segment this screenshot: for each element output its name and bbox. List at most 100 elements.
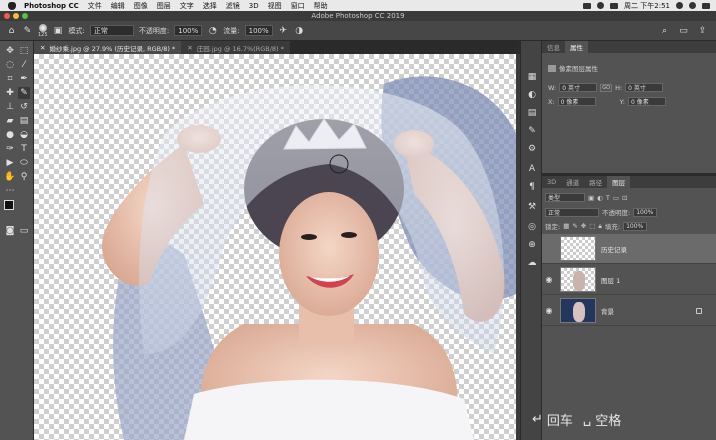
blend-mode-select[interactable]: 正常	[545, 207, 599, 217]
gradient-tool-icon[interactable]: ▤	[18, 115, 30, 127]
tab-paths[interactable]: 路径	[584, 176, 607, 188]
filter-shape-icon[interactable]: ▭	[613, 194, 619, 202]
eraser-tool-icon[interactable]: ▰	[4, 115, 16, 127]
layer-row-history[interactable]: 历史记录	[542, 234, 716, 264]
menu-window[interactable]: 窗口	[291, 1, 305, 11]
brush-panel-icon[interactable]: ✎	[526, 125, 538, 137]
user-icon[interactable]	[689, 2, 696, 9]
hand-tool-icon[interactable]: ✋	[4, 171, 16, 183]
filter-pixel-icon[interactable]: ▣	[588, 194, 594, 202]
color-panel-icon[interactable]: ◐	[526, 89, 538, 101]
opacity-input[interactable]: 100%	[174, 25, 203, 36]
layer-name[interactable]: 图层 1	[601, 275, 620, 285]
crop-tool-icon[interactable]: ⌗	[4, 73, 16, 85]
zoom-tool-icon[interactable]: ⚲	[18, 171, 30, 183]
menu-edit[interactable]: 编辑	[111, 1, 125, 11]
close-tab-icon[interactable]: ✕	[187, 44, 192, 52]
filter-adjust-icon[interactable]: ◐	[597, 194, 603, 202]
lock-all-icon[interactable]: 🔒︎	[598, 222, 601, 231]
clone-source-icon[interactable]: ⊕	[526, 239, 538, 251]
close-window-icon[interactable]	[4, 13, 10, 19]
tab-3d[interactable]: 3D	[542, 176, 561, 188]
close-tab-icon[interactable]: ✕	[40, 44, 45, 52]
display-icon[interactable]	[583, 2, 592, 9]
brush-preset-picker[interactable]: 125	[38, 23, 48, 38]
eye-icon[interactable]: ◉	[542, 275, 556, 284]
screen-mode-icon[interactable]: ▭	[18, 225, 30, 237]
brush-tool-active-icon[interactable]: ✎	[18, 87, 30, 99]
menu-3d[interactable]: 3D	[249, 2, 259, 10]
path-select-tool-icon[interactable]: ▶	[4, 157, 16, 169]
menu-file[interactable]: 文件	[88, 1, 102, 11]
zoom-window-icon[interactable]	[22, 13, 28, 19]
paragraph-panel-icon[interactable]: ¶	[526, 181, 538, 193]
clock[interactable]: 周二 下午2:51	[624, 1, 670, 11]
share-icon[interactable]: ⇪	[697, 25, 708, 36]
home-icon[interactable]: ⌂	[6, 25, 17, 36]
menu-image[interactable]: 图像	[134, 1, 148, 11]
lock-position-icon[interactable]: ✥	[581, 222, 586, 230]
quick-mask-icon[interactable]: ◙	[4, 225, 16, 237]
minimize-window-icon[interactable]	[13, 13, 19, 19]
x-input[interactable]: 0 像素	[557, 97, 596, 106]
menu-filter[interactable]: 滤镜	[226, 1, 240, 11]
quick-select-tool-icon[interactable]: ⁄	[18, 59, 30, 71]
history-brush-tool-icon[interactable]: ↺	[18, 101, 30, 113]
airbrush-icon[interactable]: ✈	[278, 25, 289, 36]
workspace-icon[interactable]: ▭	[678, 25, 689, 36]
notification-center-icon[interactable]	[702, 2, 710, 9]
link-dimensions-button[interactable]: GO	[600, 83, 613, 92]
lock-transparent-icon[interactable]: ▦	[563, 222, 569, 230]
layer-opacity-input[interactable]: 100%	[633, 207, 658, 217]
type-tool-icon[interactable]: T	[18, 143, 30, 155]
pressure-size-icon[interactable]: ◑	[294, 25, 305, 36]
apple-menu-icon[interactable]	[8, 1, 16, 10]
fill-input[interactable]: 100%	[623, 221, 648, 231]
pen-tool-icon[interactable]: ✑	[4, 143, 16, 155]
swatches-panel-icon[interactable]: ▤	[526, 107, 538, 119]
tab-channels[interactable]: 通道	[561, 176, 584, 188]
document-canvas[interactable]	[34, 54, 516, 440]
navigator-panel-icon[interactable]: ◎	[526, 221, 538, 233]
tool-presets-icon[interactable]: ⚒	[526, 201, 538, 213]
libraries-panel-icon[interactable]: ☁	[526, 257, 538, 269]
tab-layers[interactable]: 图层	[607, 176, 631, 188]
menu-help[interactable]: 帮助	[314, 1, 328, 11]
lasso-tool-icon[interactable]: ◌	[4, 59, 16, 71]
layer-row-layer1[interactable]: ◉ 图层 1	[542, 265, 716, 295]
eye-icon[interactable]: ◉	[542, 306, 556, 315]
tab-wedding-document[interactable]: ✕ 婚纱乘.jpg @ 27.9% (历史记录, RGB/8) *	[34, 41, 182, 54]
dodge-tool-icon[interactable]: ◒	[18, 129, 30, 141]
wifi-icon[interactable]	[597, 2, 605, 9]
spotlight-icon[interactable]	[676, 2, 683, 9]
layer-filter-select[interactable]: 类型	[545, 193, 585, 202]
adjustments-panel-icon[interactable]: ⚙	[526, 143, 538, 155]
mode-select[interactable]: 正常	[89, 25, 134, 36]
marquee-tool-icon[interactable]: ⬚	[18, 45, 30, 57]
flow-input[interactable]: 100%	[244, 25, 273, 36]
menu-select[interactable]: 选择	[203, 1, 217, 11]
shape-tool-icon[interactable]: ⬭	[18, 157, 30, 169]
filter-type-icon[interactable]: T	[606, 194, 610, 202]
blur-tool-icon[interactable]: ●	[4, 129, 16, 141]
brush-tool-icon[interactable]: ✎	[22, 25, 33, 36]
lock-artboard-icon[interactable]: ⬚	[589, 222, 595, 230]
tab-manor-document[interactable]: ✕ 庄园.jpg @ 16.7%(RGB/8) *	[181, 41, 290, 54]
filter-smart-icon[interactable]: ⊡	[622, 194, 627, 202]
width-input[interactable]: 0 英寸	[559, 83, 598, 92]
layer-name[interactable]: 历史记录	[601, 244, 627, 254]
edit-toolbar-icon[interactable]: ⋯	[4, 185, 16, 197]
layer-name[interactable]: 背景	[601, 306, 614, 316]
menu-view[interactable]: 视图	[268, 1, 282, 11]
healing-tool-icon[interactable]: ✚	[4, 87, 16, 99]
menu-type[interactable]: 文字	[180, 1, 194, 11]
eyedropper-tool-icon[interactable]: ✒	[18, 73, 30, 85]
height-input[interactable]: 0 英寸	[625, 83, 664, 92]
stamp-tool-icon[interactable]: ⊥	[4, 101, 16, 113]
app-menu[interactable]: Photoshop CC	[24, 2, 79, 10]
menu-layer[interactable]: 图层	[157, 1, 171, 11]
tab-info[interactable]: 信息	[542, 41, 565, 53]
move-tool-icon[interactable]: ✥	[4, 45, 16, 57]
foreground-color-swatch[interactable]	[4, 200, 14, 210]
pressure-opacity-icon[interactable]: ◔	[207, 25, 218, 36]
